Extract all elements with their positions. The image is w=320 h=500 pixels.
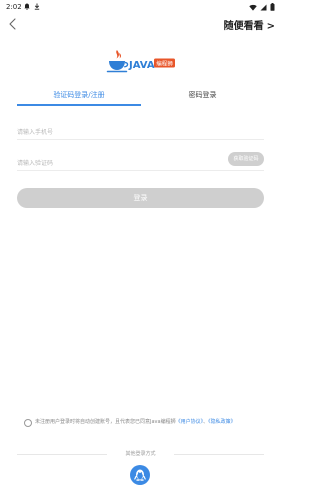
phone-field-row: [17, 119, 264, 142]
signal-icon: [260, 4, 267, 10]
tab-password-login[interactable]: 密码登录: [141, 90, 264, 100]
login-screen: 2:02 随便看看 > JAVA 编程狮 验证码登录/注册 密码登录 请输入手机…: [0, 0, 281, 500]
qq-penguin-icon: [134, 469, 146, 481]
get-code-button[interactable]: 获取验证码: [228, 152, 264, 166]
code-field-row: 获取验证码: [17, 150, 264, 173]
logo-badge: 编程狮: [156, 59, 173, 67]
active-tab-indicator: [17, 104, 141, 106]
java-cup-logo-icon: JAVA 编程狮: [106, 50, 175, 73]
status-time: 2:02: [6, 3, 22, 11]
status-bar: 2:02: [0, 0, 281, 14]
privacy-policy-link[interactable]: 《隐私政策》: [208, 419, 236, 425]
system-icons: [249, 3, 275, 11]
verification-code-input[interactable]: [17, 154, 197, 173]
login-button[interactable]: 登录: [17, 188, 264, 208]
browse-guest-link[interactable]: 随便看看 >: [224, 17, 275, 32]
wifi-icon: [249, 4, 257, 11]
qq-login-button[interactable]: [130, 465, 150, 485]
other-login-divider: 其他登录方式: [17, 449, 264, 459]
tab-sms-login[interactable]: 验证码登录/注册: [17, 90, 141, 100]
back-button[interactable]: [6, 16, 20, 32]
download-icon: [34, 3, 40, 10]
notification-bell-icon: [24, 3, 30, 10]
battery-icon: [270, 3, 275, 11]
top-bar: 随便看看 >: [0, 14, 281, 36]
agreement-text: 未注册用户登录时将自动创建账号，且代表您已同意Java编程狮《用户协议》、《隐私…: [35, 418, 263, 427]
phone-input[interactable]: [17, 123, 197, 142]
chevron-left-icon: [9, 18, 16, 30]
agreement-prefix: 未注册用户登录时将自动创建账号，且代表您已同意Java编程狮: [35, 419, 176, 425]
logo-text: JAVA: [128, 60, 155, 71]
user-agreement-link[interactable]: 《用户协议》: [176, 419, 204, 425]
login-tabs: 验证码登录/注册 密码登录: [17, 90, 264, 108]
agree-checkbox[interactable]: [24, 419, 32, 427]
notification-icons: [24, 3, 40, 10]
app-logo: JAVA 编程狮: [106, 46, 176, 78]
browse-label: 随便看看: [223, 21, 264, 32]
browse-arrow: >: [266, 21, 275, 32]
divider-line-right: [174, 454, 264, 455]
